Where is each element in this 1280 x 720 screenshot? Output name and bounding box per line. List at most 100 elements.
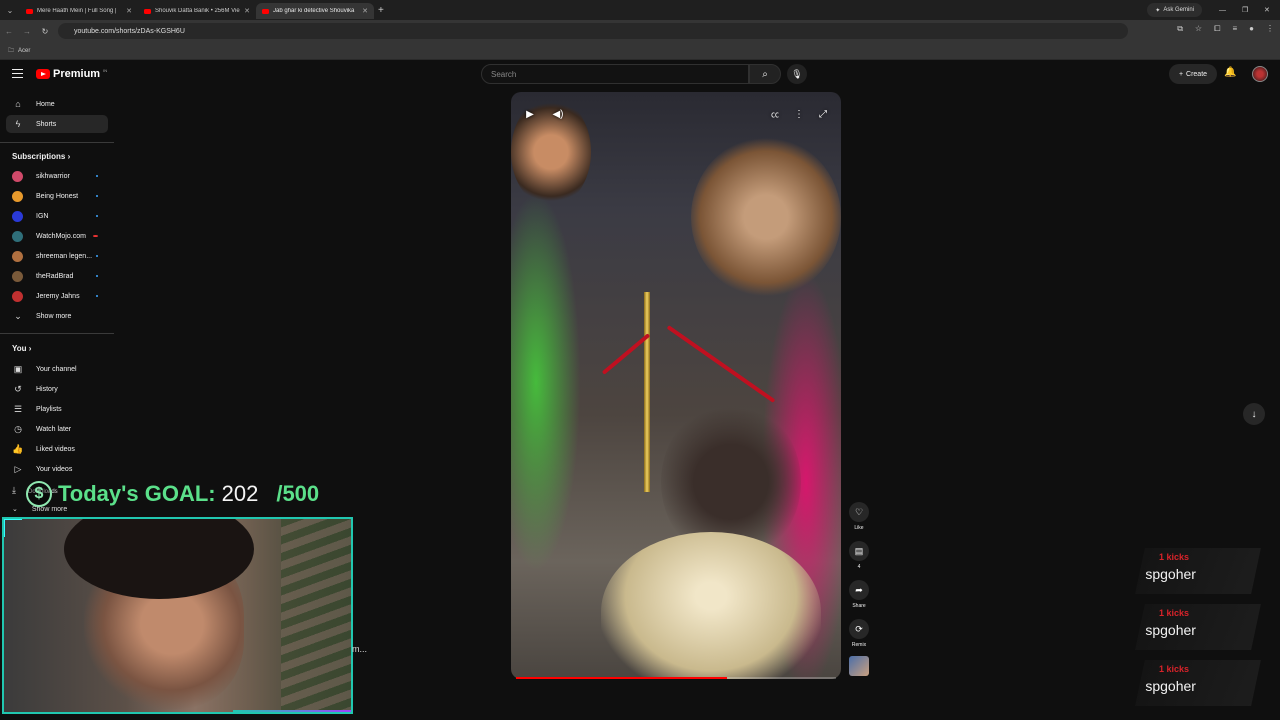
new-tab-icon[interactable]: + xyxy=(378,5,384,16)
share-button[interactable]: ➦ Share xyxy=(848,580,870,609)
close-icon[interactable]: ✕ xyxy=(244,7,250,15)
kick-count: 1 kicks xyxy=(1158,608,1190,618)
sidebar-channel[interactable]: Being Honest xyxy=(6,187,108,205)
more-options-icon[interactable]: ⋮ xyxy=(790,105,808,123)
share-icon: ➦ xyxy=(849,580,869,600)
mic-icon: 🎙 xyxy=(791,68,803,79)
kebab-menu-icon[interactable]: ⋮ xyxy=(1266,24,1274,34)
remix-button[interactable]: ⟳ Remix xyxy=(848,619,870,648)
kick-count: 1 kicks xyxy=(1158,552,1190,562)
channel-name: shreeman legen... xyxy=(36,252,93,260)
play-icon[interactable]: ▶ xyxy=(521,105,539,123)
menu-icon[interactable] xyxy=(12,69,23,78)
fullscreen-icon[interactable]: ⤢ xyxy=(814,105,832,123)
install-icon[interactable]: ⧉ xyxy=(1177,24,1183,34)
sidebar-channel[interactable]: IGN xyxy=(6,207,108,225)
channel-name: WatchMojo.com xyxy=(36,232,86,240)
you-heading[interactable]: You › xyxy=(12,344,31,353)
search-icon: ⌕ xyxy=(762,68,768,80)
close-icon[interactable]: ✕ xyxy=(126,7,132,15)
show-more-label: Show more xyxy=(36,312,72,320)
like-button[interactable]: ♡ Like xyxy=(848,502,870,531)
sidebar-channel[interactable]: WatchMojo.com xyxy=(6,227,108,245)
url-field[interactable]: youtube.com/shorts/zDAs-KGSH6U xyxy=(58,23,1128,39)
profile-icon[interactable]: ● xyxy=(1249,24,1254,34)
create-button[interactable]: + Create xyxy=(1169,64,1217,84)
channel-avatar xyxy=(12,270,23,282)
extensions-icon[interactable]: ⧠ xyxy=(1214,24,1220,34)
star-icon[interactable]: ☆ xyxy=(1195,24,1202,34)
subscriptions-heading[interactable]: Subscriptions › xyxy=(12,152,70,161)
captions-icon[interactable]: ㏄ xyxy=(766,105,784,123)
show-more-button[interactable]: ⌄ Show more xyxy=(6,307,108,325)
folder-icon: 🗀 xyxy=(8,47,15,54)
sidebar-item-history[interactable]: ↺ History xyxy=(6,380,108,398)
bookmark-folder-acer[interactable]: Acer xyxy=(18,48,30,54)
shorts-video-player[interactable]: ▶ ◀) ㏄ ⋮ ⤢ xyxy=(511,92,841,679)
new-content-dot xyxy=(96,215,98,217)
comments-button[interactable]: ▤ 4 xyxy=(848,541,870,570)
search-button[interactable]: ⌕ xyxy=(749,64,781,84)
like-label: Like xyxy=(854,525,864,531)
forward-icon[interactable]: → xyxy=(18,27,36,36)
minimize-icon[interactable]: — xyxy=(1219,0,1226,20)
history-icon: ↺ xyxy=(14,383,22,394)
account-avatar[interactable] xyxy=(1252,66,1268,82)
tab-search-icon[interactable]: ⌄ xyxy=(0,0,20,20)
notifications-bell-icon[interactable]: 🔔 xyxy=(1224,67,1236,78)
playlists-icon: ☰ xyxy=(13,403,23,414)
volume-icon[interactable]: ◀) xyxy=(549,105,567,123)
kick-count: 1 kicks xyxy=(1158,664,1190,674)
youtube-header: Premium IN Search ⌕ 🎙 + Create 🔔 xyxy=(0,60,1280,90)
divider xyxy=(0,142,114,143)
tab-title: Mere Haath Mein | Full Song | xyxy=(37,8,117,14)
sidebar-item-shorts[interactable]: ϟ Shorts xyxy=(6,115,108,133)
comments-count: 4 xyxy=(857,564,861,570)
restore-icon[interactable]: ❐ xyxy=(1242,0,1248,20)
search-input[interactable]: Search xyxy=(481,64,749,84)
divider xyxy=(0,333,114,334)
sidebar-item-liked-videos[interactable]: 👍 Liked videos xyxy=(6,440,108,458)
gold-jacket xyxy=(601,532,821,679)
close-icon[interactable]: ✕ xyxy=(362,7,368,15)
background-plant xyxy=(281,519,351,712)
kick-alert: 1 kicks spgoher xyxy=(1135,660,1261,706)
sidebar-item-your-videos[interactable]: ▷ Your videos xyxy=(6,460,108,478)
close-window-icon[interactable]: ✕ xyxy=(1264,0,1270,20)
sidebar-channel[interactable]: Jeremy Jahns xyxy=(6,287,108,305)
video-icon: ▷ xyxy=(14,463,22,474)
channel-icon: ▣ xyxy=(13,363,23,374)
youtube-premium-logo[interactable]: Premium IN xyxy=(36,68,107,80)
channel-avatar xyxy=(12,170,23,182)
tab-2[interactable]: Shouvik Datta Banik • 256M Vie ✕ xyxy=(138,3,256,19)
goal-label: Today's GOAL: xyxy=(58,481,216,506)
sidebar-item-watch-later[interactable]: ◷ Watch later xyxy=(6,420,108,438)
tab-1[interactable]: Mere Haath Mein | Full Song | ✕ xyxy=(20,3,138,19)
arrow-down-icon: ↓ xyxy=(1251,408,1257,420)
back-icon[interactable]: ← xyxy=(0,27,18,36)
green-light xyxy=(511,192,581,572)
next-video-button[interactable]: ↓ xyxy=(1243,403,1265,425)
sidebar-channel[interactable]: shreeman legen... xyxy=(6,247,108,265)
sidebar-item-home[interactable]: ⌂ Home xyxy=(6,95,108,113)
media-icon[interactable]: ≡ xyxy=(1232,24,1237,34)
dollar-coin-icon: $ xyxy=(26,481,52,507)
tab-3[interactable]: Jab ghar ki detective Shouvika ✕ xyxy=(256,3,374,19)
sidebar-channel[interactable]: theRadBrad xyxy=(6,267,108,285)
sidebar-item-playlists[interactable]: ☰ Playlists xyxy=(6,400,108,418)
sidebar-item-your-channel[interactable]: ▣ Your channel xyxy=(6,360,108,378)
sound-thumbnail[interactable] xyxy=(849,656,869,676)
remix-label: Remix xyxy=(851,642,867,648)
reload-icon[interactable]: ↻ xyxy=(36,27,54,36)
webcam-overlay xyxy=(2,517,353,714)
voice-search-button[interactable]: 🎙 xyxy=(787,64,807,84)
live-indicator xyxy=(93,235,98,237)
sidebar-item-label: Home xyxy=(36,100,55,108)
channel-name: IGN xyxy=(36,212,49,220)
plus-icon: + xyxy=(1178,70,1184,78)
channel-name: sikhwarrior xyxy=(36,172,70,180)
video-progress-bar[interactable] xyxy=(516,677,836,679)
sidebar-channel[interactable]: sikhwarrior xyxy=(6,167,108,185)
chevron-down-icon: ⌄ xyxy=(14,310,22,321)
ask-gemini-button[interactable]: ✦ Ask Gemini xyxy=(1147,3,1202,17)
